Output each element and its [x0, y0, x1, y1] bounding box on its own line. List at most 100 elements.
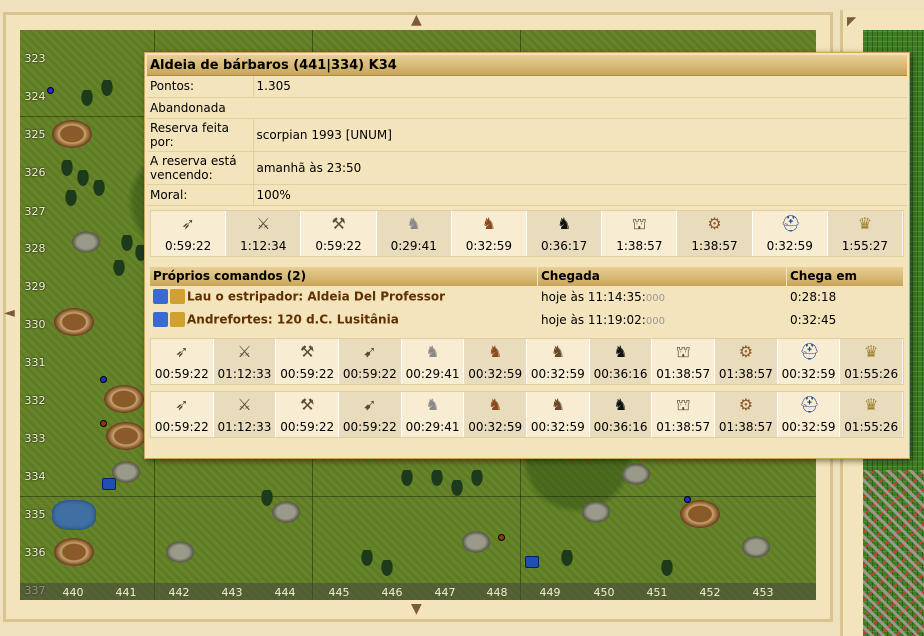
command-row[interactable]: Lau o estripador: Aldeia Del Professor h…: [150, 286, 904, 309]
noble-icon: ♛: [857, 213, 873, 233]
unit-cell: ⛑ 00:32:59: [777, 338, 841, 384]
scroll-down-arrow-icon[interactable]: ▼: [411, 602, 422, 616]
barbarian-village[interactable]: [740, 535, 772, 559]
unit-cell: ⚔ 01:12:33: [213, 338, 277, 384]
unit-cell: ➹ 00:59:22: [339, 391, 402, 437]
ram-icon: ⛫: [675, 394, 691, 414]
unit-cell: ♛ 01:55:26: [840, 338, 904, 384]
reservation-expiry-label: A reserva está vencendo:: [147, 151, 254, 185]
heavy-cavalry-icon: ♞: [556, 213, 572, 233]
marker-dot: [498, 534, 505, 541]
unit-cell: ⚒ 00:59:22: [276, 338, 340, 384]
commands-header: Próprios comandos (2) Chegada Chega em: [150, 266, 904, 286]
travel-time: 01:55:26: [840, 417, 903, 437]
travel-time: 1:38:57: [602, 236, 677, 256]
points-value: 1.305: [253, 76, 907, 98]
scroll-left-arrow-icon[interactable]: ◄: [4, 306, 15, 320]
noble-icon: ♛: [864, 394, 879, 414]
travel-time: 0:29:41: [376, 236, 451, 256]
sword-icon: ⚔: [237, 341, 252, 361]
unit-cell: ⛫ 01:38:57: [652, 338, 716, 384]
unit-cell: ♞ 00:36:16: [589, 391, 653, 437]
y-coordinate-ruler: 323 324 325 326 327 328 329 330 331 332 …: [24, 52, 46, 597]
catapult-icon: ⚙: [707, 213, 722, 233]
arrival-column-header: Chegada: [538, 266, 787, 286]
travel-time: 00:32:59: [527, 417, 589, 437]
barbarian-village[interactable]: [164, 540, 196, 564]
attack-command-icon: [153, 312, 187, 328]
axe-icon: ⚒: [300, 394, 315, 414]
unit-cell: ♛ 01:55:26: [840, 391, 904, 437]
minimap-corner-arrow-icon[interactable]: ◤: [847, 14, 856, 28]
commands-title: Próprios comandos (2): [150, 266, 538, 286]
command-arrival: hoje às 11:19:02:: [541, 313, 646, 327]
travel-time: 00:32:59: [464, 364, 527, 384]
unit-cell: ➹ 00:59:22: [339, 338, 402, 384]
catapult-icon: ⚙: [738, 341, 754, 361]
travel-time: 00:59:22: [151, 364, 213, 384]
selected-village[interactable]: [54, 308, 94, 336]
paladin-icon: ⛑: [799, 341, 820, 361]
barbarian-village[interactable]: [70, 230, 102, 254]
village[interactable]: [104, 385, 144, 413]
unit-cell: ♞ 0:36:17: [527, 210, 603, 256]
unit-cell: ⛑ 0:32:59: [752, 210, 828, 256]
game-page: ▲ ▼ ◄ 323 324 325 326 327 328 329 330 33…: [0, 0, 924, 636]
reserved-by-value: scorpian 1993 [UNUM]: [253, 118, 907, 152]
travel-time: 0:59:22: [301, 236, 376, 256]
attack-command-icon: [153, 289, 187, 305]
unit-cell: ♞ 00:32:59: [464, 391, 528, 437]
unit-cell: ⛑ 00:32:59: [777, 391, 841, 437]
lock-icon: [102, 478, 116, 490]
unit-cell: ♞ 00:32:59: [464, 338, 528, 384]
travel-time: 01:38:57: [715, 364, 777, 384]
travel-time: 00:59:22: [151, 417, 213, 437]
axe-icon: ⚒: [300, 341, 315, 361]
travel-time: 00:32:59: [464, 417, 527, 437]
paladin-icon: ⛑: [780, 213, 802, 233]
unit-cell: ♞ 00:32:59: [527, 338, 590, 384]
unit-cell: ⚒ 00:59:22: [276, 391, 340, 437]
travel-time: 00:29:41: [401, 417, 464, 437]
scroll-up-arrow-icon[interactable]: ▲: [411, 13, 422, 27]
command-name[interactable]: Lau o estripador: Aldeia Del Professor: [187, 290, 445, 304]
village[interactable]: [680, 500, 720, 528]
command-arrives-in: 0:28:18: [790, 290, 837, 304]
light-cavalry-icon: ♞: [488, 341, 503, 361]
sword-icon: ⚔: [256, 213, 271, 233]
village[interactable]: [52, 120, 92, 148]
unit-cell: ➶ 0:59:22: [151, 210, 227, 256]
travel-time: 1:38:57: [677, 236, 752, 256]
unit-cell: ➶ 00:59:22: [151, 391, 214, 437]
noble-icon: ♛: [864, 341, 879, 361]
unit-cell: ♞ 00:29:41: [401, 391, 465, 437]
travel-time: 1:12:34: [226, 236, 301, 256]
unit-cell: ♞ 00:32:59: [527, 391, 590, 437]
unit-cell: ⚙ 01:38:57: [715, 338, 778, 384]
unit-cell: ♞ 0:32:59: [451, 210, 528, 256]
popup-title: Aldeia de bárbaros (441|334) K34: [147, 55, 907, 76]
scout-icon: ♞: [425, 394, 440, 414]
reservation-expiry-value: amanhã às 23:50: [253, 151, 907, 185]
unit-cell: ⚔ 01:12:33: [213, 391, 277, 437]
marker-dot: [100, 420, 107, 427]
catapult-icon: ⚙: [738, 394, 754, 414]
unit-cell: ♞ 00:29:41: [401, 338, 465, 384]
village-info-popup: Aldeia de bárbaros (441|334) K34 Pontos:…: [144, 52, 910, 459]
heavy-cavalry-icon: ♞: [613, 341, 628, 361]
barbarian-village[interactable]: [270, 500, 302, 524]
axe-icon: ⚒: [331, 213, 346, 233]
barbarian-village[interactable]: [580, 500, 612, 524]
barbarian-village[interactable]: [620, 462, 652, 486]
travel-time: 01:12:33: [213, 417, 276, 437]
village[interactable]: [54, 538, 94, 566]
x-coordinate-ruler: 440 441 442 443 444 445 446 447 448 449 …: [20, 583, 816, 600]
travel-time: 00:32:59: [527, 364, 589, 384]
mounted-archer-icon: ♞: [550, 341, 566, 361]
command-name[interactable]: Andrefortes: 120 d.C. Lusitânia: [187, 313, 399, 327]
unit-cell: ⛫ 1:38:57: [602, 210, 678, 256]
barbarian-village[interactable]: [460, 530, 492, 554]
village[interactable]: [106, 422, 146, 450]
command-arrival: hoje às 11:14:35:: [541, 290, 646, 304]
command-row[interactable]: Andrefortes: 120 d.C. Lusitânia hoje às …: [150, 309, 904, 332]
